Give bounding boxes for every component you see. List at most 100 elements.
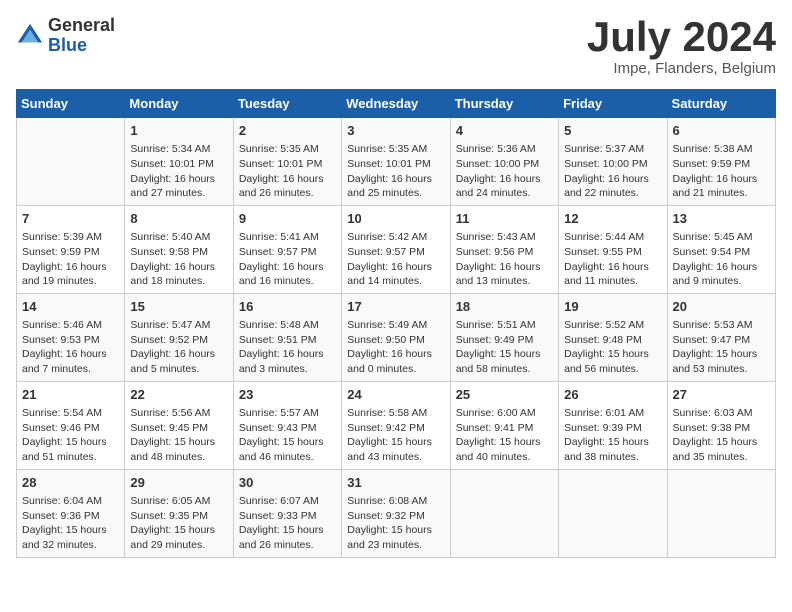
cell-content-line: Daylight: 16 hours [564, 172, 661, 187]
cell-content-line: and 9 minutes. [673, 274, 770, 289]
logo-general: General [48, 16, 115, 36]
calendar-cell: 31Sunrise: 6:08 AMSunset: 9:32 PMDayligh… [342, 469, 450, 557]
calendar-cell: 7Sunrise: 5:39 AMSunset: 9:59 PMDaylight… [17, 205, 125, 293]
logo-blue: Blue [48, 36, 115, 56]
cell-content-line: Sunset: 10:00 PM [456, 157, 553, 172]
calendar-cell: 19Sunrise: 5:52 AMSunset: 9:48 PMDayligh… [559, 293, 667, 381]
cell-content-line: Sunset: 9:56 PM [456, 245, 553, 260]
cell-content-line: Sunrise: 5:58 AM [347, 406, 444, 421]
cell-content-line: Daylight: 16 hours [130, 172, 227, 187]
cell-content-line: Sunrise: 6:01 AM [564, 406, 661, 421]
cell-content-line: Sunrise: 6:00 AM [456, 406, 553, 421]
cell-content-line: Sunset: 9:58 PM [130, 245, 227, 260]
calendar-cell: 25Sunrise: 6:00 AMSunset: 9:41 PMDayligh… [450, 381, 558, 469]
calendar-cell: 2Sunrise: 5:35 AMSunset: 10:01 PMDayligh… [233, 118, 341, 206]
day-number: 12 [564, 210, 661, 228]
cell-content-line: Daylight: 16 hours [239, 260, 336, 275]
day-number: 2 [239, 122, 336, 140]
cell-content-line: Daylight: 15 hours [456, 347, 553, 362]
cell-content-line: Sunset: 10:01 PM [347, 157, 444, 172]
calendar-cell: 27Sunrise: 6:03 AMSunset: 9:38 PMDayligh… [667, 381, 775, 469]
cell-content-line: Sunrise: 6:07 AM [239, 494, 336, 509]
cell-content-line: Sunrise: 6:08 AM [347, 494, 444, 509]
calendar-cell: 23Sunrise: 5:57 AMSunset: 9:43 PMDayligh… [233, 381, 341, 469]
cell-content-line: Daylight: 16 hours [347, 260, 444, 275]
cell-content-line: Sunset: 10:00 PM [564, 157, 661, 172]
cell-content-line: Sunrise: 5:45 AM [673, 230, 770, 245]
calendar-subtitle: Impe, Flanders, Belgium [587, 60, 776, 77]
day-number: 30 [239, 474, 336, 492]
cell-content-line: Sunset: 9:57 PM [239, 245, 336, 260]
calendar-cell: 15Sunrise: 5:47 AMSunset: 9:52 PMDayligh… [125, 293, 233, 381]
cell-content-line: Daylight: 16 hours [456, 172, 553, 187]
cell-content-line: and 16 minutes. [239, 274, 336, 289]
day-number: 19 [564, 298, 661, 316]
cell-content-line: Daylight: 16 hours [673, 260, 770, 275]
cell-content-line: Sunrise: 5:36 AM [456, 142, 553, 157]
day-number: 29 [130, 474, 227, 492]
cell-content-line: and 23 minutes. [347, 538, 444, 553]
cell-content-line: Sunset: 9:36 PM [22, 509, 119, 524]
cell-content-line: and 40 minutes. [456, 450, 553, 465]
cell-content-line: Sunset: 9:53 PM [22, 333, 119, 348]
cell-content-line: and 38 minutes. [564, 450, 661, 465]
cell-content-line: Daylight: 16 hours [347, 172, 444, 187]
cell-content-line: Sunrise: 5:52 AM [564, 318, 661, 333]
calendar-cell: 5Sunrise: 5:37 AMSunset: 10:00 PMDayligh… [559, 118, 667, 206]
cell-content-line: Sunrise: 5:53 AM [673, 318, 770, 333]
cell-content-line: and 19 minutes. [22, 274, 119, 289]
cell-content-line: Daylight: 16 hours [673, 172, 770, 187]
cell-content-line: Sunrise: 5:40 AM [130, 230, 227, 245]
cell-content-line: Sunrise: 5:43 AM [456, 230, 553, 245]
cell-content-line: and 25 minutes. [347, 186, 444, 201]
cell-content-line: Daylight: 16 hours [22, 347, 119, 362]
cell-content-line: Sunset: 9:57 PM [347, 245, 444, 260]
cell-content-line: and 21 minutes. [673, 186, 770, 201]
logo: General Blue [16, 16, 115, 56]
cell-content-line: Sunset: 9:59 PM [673, 157, 770, 172]
cell-content-line: Sunset: 9:54 PM [673, 245, 770, 260]
cell-content-line: and 22 minutes. [564, 186, 661, 201]
cell-content-line: Daylight: 15 hours [564, 347, 661, 362]
weekday-header-friday: Friday [559, 90, 667, 118]
cell-content-line: Daylight: 15 hours [347, 523, 444, 538]
cell-content-line: Daylight: 16 hours [564, 260, 661, 275]
cell-content-line: Sunrise: 5:38 AM [673, 142, 770, 157]
cell-content-line: Sunrise: 6:03 AM [673, 406, 770, 421]
calendar-cell: 1Sunrise: 5:34 AMSunset: 10:01 PMDayligh… [125, 118, 233, 206]
calendar-cell: 3Sunrise: 5:35 AMSunset: 10:01 PMDayligh… [342, 118, 450, 206]
cell-content-line: Sunset: 9:46 PM [22, 421, 119, 436]
cell-content-line: Sunrise: 5:49 AM [347, 318, 444, 333]
cell-content-line: Daylight: 15 hours [673, 347, 770, 362]
cell-content-line: Sunset: 9:38 PM [673, 421, 770, 436]
cell-content-line: Sunset: 9:42 PM [347, 421, 444, 436]
cell-content-line: and 24 minutes. [456, 186, 553, 201]
weekday-header-sunday: Sunday [17, 90, 125, 118]
calendar-cell: 16Sunrise: 5:48 AMSunset: 9:51 PMDayligh… [233, 293, 341, 381]
cell-content-line: Sunrise: 5:44 AM [564, 230, 661, 245]
cell-content-line: and 18 minutes. [130, 274, 227, 289]
day-number: 23 [239, 386, 336, 404]
cell-content-line: Daylight: 15 hours [239, 523, 336, 538]
cell-content-line: Sunset: 9:41 PM [456, 421, 553, 436]
cell-content-line: and 14 minutes. [347, 274, 444, 289]
cell-content-line: and 0 minutes. [347, 362, 444, 377]
day-number: 26 [564, 386, 661, 404]
cell-content-line: Daylight: 15 hours [22, 435, 119, 450]
cell-content-line: Sunrise: 5:42 AM [347, 230, 444, 245]
calendar-cell: 30Sunrise: 6:07 AMSunset: 9:33 PMDayligh… [233, 469, 341, 557]
day-number: 3 [347, 122, 444, 140]
calendar-cell: 20Sunrise: 5:53 AMSunset: 9:47 PMDayligh… [667, 293, 775, 381]
calendar-cell: 10Sunrise: 5:42 AMSunset: 9:57 PMDayligh… [342, 205, 450, 293]
cell-content-line: and 32 minutes. [22, 538, 119, 553]
page-header: General Blue July 2024 Impe, Flanders, B… [16, 16, 776, 77]
cell-content-line: Sunrise: 5:51 AM [456, 318, 553, 333]
calendar-cell: 18Sunrise: 5:51 AMSunset: 9:49 PMDayligh… [450, 293, 558, 381]
cell-content-line: Sunset: 9:39 PM [564, 421, 661, 436]
calendar-cell: 22Sunrise: 5:56 AMSunset: 9:45 PMDayligh… [125, 381, 233, 469]
calendar-cell [17, 118, 125, 206]
calendar-cell: 13Sunrise: 5:45 AMSunset: 9:54 PMDayligh… [667, 205, 775, 293]
cell-content-line: and 11 minutes. [564, 274, 661, 289]
cell-content-line: Sunset: 9:35 PM [130, 509, 227, 524]
cell-content-line: and 7 minutes. [22, 362, 119, 377]
